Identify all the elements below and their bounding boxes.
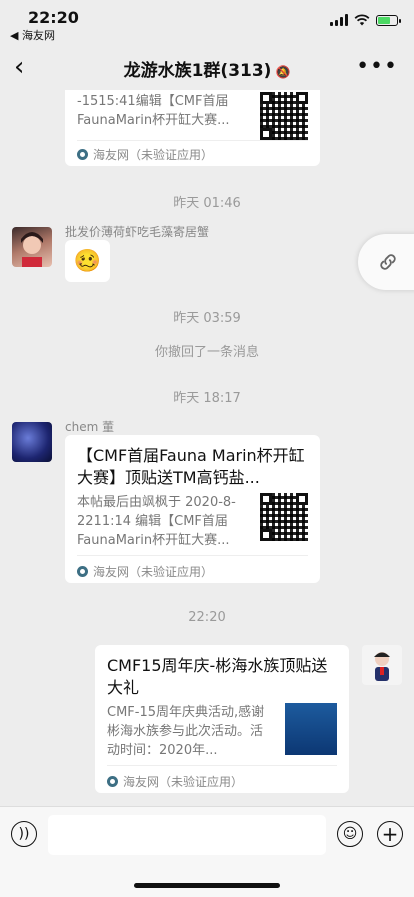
status-time: 22:20 xyxy=(28,8,79,27)
sender-name: 批发价薄荷虾吃毛藻寄居蟹 xyxy=(65,225,210,239)
timestamp: 昨天 01:46 xyxy=(173,196,241,211)
avatar[interactable] xyxy=(12,422,52,462)
voice-input-icon[interactable]: )) xyxy=(11,821,37,847)
back-to-app-link[interactable]: ◀ 海友网 xyxy=(10,27,55,43)
link-card-title: 【CMF首届Fauna Marin杯开缸大赛】顶贴送TM高钙盐... xyxy=(77,446,305,487)
link-card-source: 海友网（未验证应用） xyxy=(77,146,213,163)
link-card-description: CMF-15周年庆典活动,感谢彬海水族参与此次活动。活动时间：2020年... xyxy=(107,705,265,758)
link-card-source: 海友网（未验证应用） xyxy=(77,563,213,580)
battery-icon xyxy=(376,14,401,26)
sticker-message[interactable]: 🥴 xyxy=(65,240,110,282)
add-attachment-icon[interactable]: + xyxy=(377,821,403,847)
qr-code-thumbnail xyxy=(260,92,308,140)
qr-code-thumbnail xyxy=(260,493,308,541)
avatar[interactable] xyxy=(12,227,52,267)
app-source-icon xyxy=(77,566,88,577)
message-list[interactable]: -1515:41编辑【CMF首届FaunaMarin杯开缸大赛... 海友网（未… xyxy=(0,90,414,806)
mute-bell-icon: 🔕 xyxy=(275,65,291,79)
cellular-signal-icon xyxy=(330,14,348,26)
link-card-source-label: 海友网（未验证应用） xyxy=(93,565,214,579)
home-indicator xyxy=(134,883,280,888)
chat-title-container: 龙游水族1群(313) 🔕 xyxy=(0,56,414,81)
link-card[interactable]: 【CMF首届Fauna Marin杯开缸大赛】顶贴送TM高钙盐... 本帖最后由… xyxy=(65,435,320,583)
status-bar: 22:20 ◀ 海友网 xyxy=(0,0,414,44)
timestamp: 昨天 03:59 xyxy=(173,311,241,326)
link-card-source-label: 海友网（未验证应用） xyxy=(93,148,214,162)
avatar[interactable] xyxy=(362,645,402,685)
link-icon xyxy=(380,254,396,270)
status-icons xyxy=(330,14,401,26)
link-card-title: CMF15周年庆-彬海水族顶贴送大礼 xyxy=(107,656,328,697)
chat-header: ‹ 龙游水族1群(313) 🔕 ••• xyxy=(0,44,414,90)
timestamp: 昨天 18:17 xyxy=(173,391,241,406)
recall-notice: 你撤回了一条消息 xyxy=(154,345,259,360)
more-options-icon[interactable]: ••• xyxy=(356,54,398,79)
timestamp: 22:20 xyxy=(188,610,226,625)
link-card-source-label: 海友网（未验证应用） xyxy=(123,775,244,789)
article-thumbnail xyxy=(285,703,337,755)
emoji-icon[interactable]: ☺ xyxy=(337,821,363,847)
wifi-icon xyxy=(354,14,370,26)
app-source-icon xyxy=(77,149,88,160)
chat-title: 龙游水族1群(313) xyxy=(123,61,272,81)
link-card-description: -1515:41编辑【CMF首届FaunaMarin杯开缸大赛... xyxy=(77,94,230,128)
sticker-emoji: 🥴 xyxy=(73,248,102,274)
floating-link-button[interactable] xyxy=(358,234,414,290)
link-card-description: 本帖最后由飒枫于 2020-8-2211:14 编辑【CMF首届FaunaMar… xyxy=(77,495,236,548)
sender-name: chem 董 xyxy=(65,420,115,434)
link-card-source: 海友网（未验证应用） xyxy=(107,773,243,790)
app-source-icon xyxy=(107,776,118,787)
message-input[interactable] xyxy=(48,815,326,855)
link-card[interactable]: CMF15周年庆-彬海水族顶贴送大礼 CMF-15周年庆典活动,感谢彬海水族参与… xyxy=(95,645,349,793)
message-input-bar: )) ☺ + xyxy=(0,806,414,897)
link-card[interactable]: -1515:41编辑【CMF首届FaunaMarin杯开缸大赛... 海友网（未… xyxy=(65,90,320,166)
